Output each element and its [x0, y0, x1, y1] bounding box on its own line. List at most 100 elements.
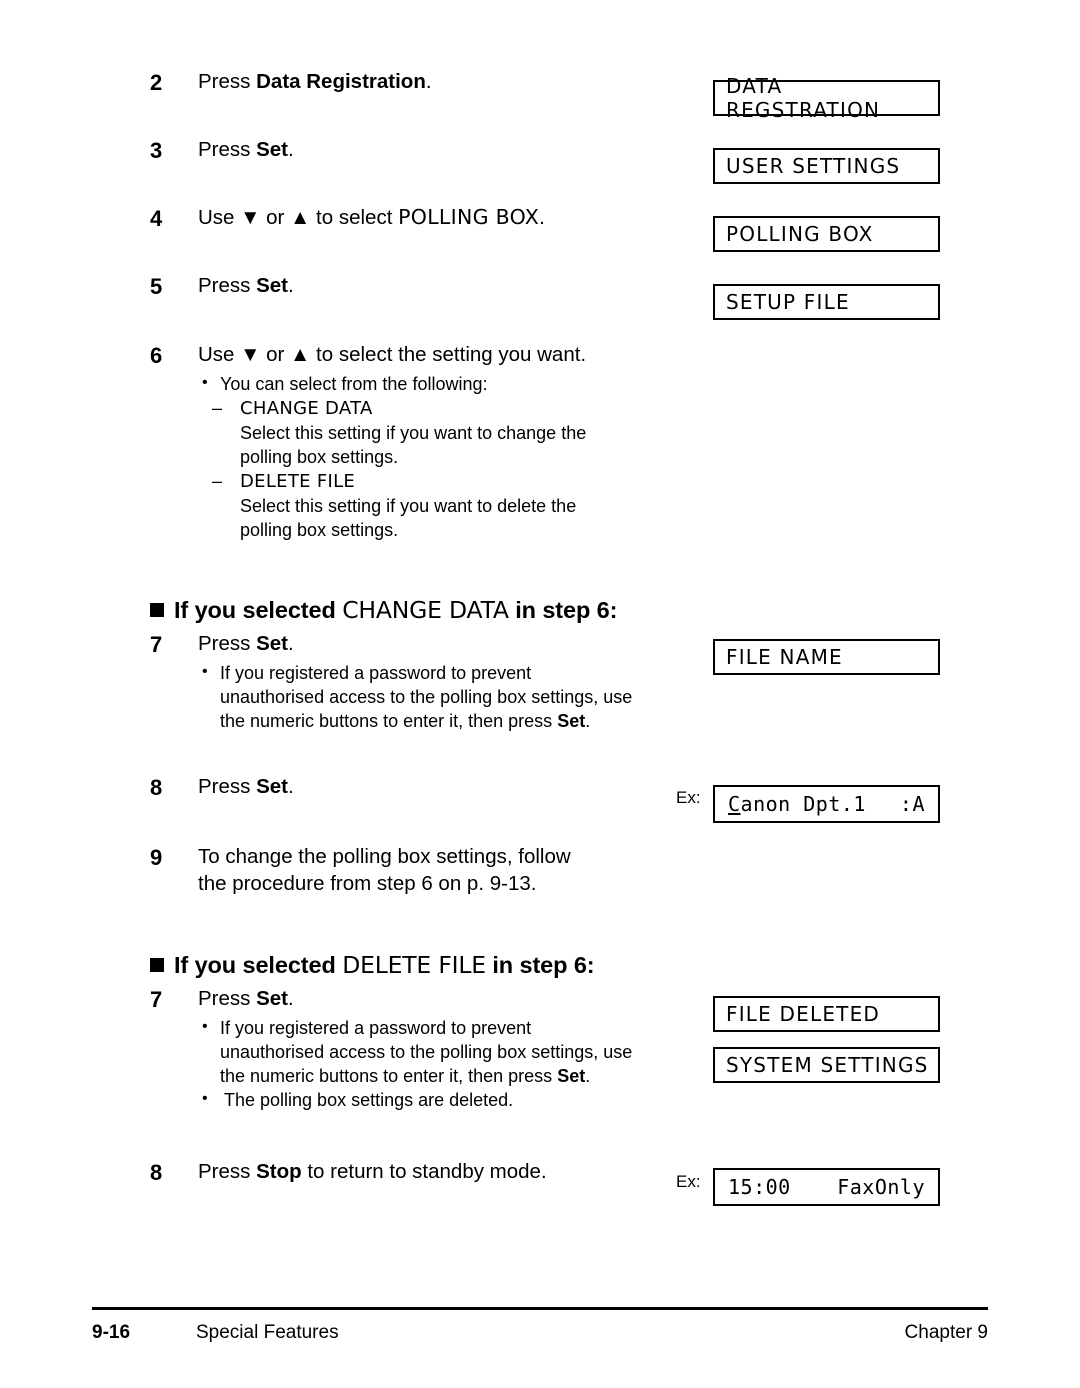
bullet-dot-icon: •	[202, 1018, 208, 1035]
step-6-bullet-intro-text: You can select from the following:	[220, 374, 488, 394]
step-4-post: .	[539, 206, 545, 229]
step-3-pre: Press	[198, 138, 257, 161]
step-5-text: Press Set.	[198, 272, 718, 299]
dash-icon: –	[212, 471, 223, 491]
step-7-change-data-notes: • If you registered a password to preven…	[198, 661, 638, 733]
step-7b-note-2: • The polling box settings are deleted.	[198, 1088, 638, 1112]
lcd-text: USER SETTINGS	[726, 154, 901, 178]
heading-delete-file-bold2: in step 6:	[485, 952, 595, 978]
square-bullet-icon	[150, 603, 164, 617]
step-8-delete-file: 8 Press Stop to return to standby mode.	[150, 1158, 758, 1185]
step-8a-pre: Press	[198, 775, 257, 798]
lcd-text: SYSTEM SETTINGS	[726, 1053, 929, 1077]
step-7b-note-2-text: The polling box settings are deleted.	[224, 1090, 514, 1110]
lcd-display-system-settings: SYSTEM SETTINGS	[713, 1047, 940, 1083]
step-7-delete-file: 7 Press Set. • If you registered a passw…	[150, 985, 638, 1112]
step-7-delete-file-text: Press Set.	[198, 985, 638, 1012]
step-8-change-data-text: Press Set.	[198, 773, 718, 800]
step-6-text: Use ▼ or ▲ to select the setting you wan…	[198, 343, 587, 366]
heading-delete-file-bold1: If you selected	[174, 952, 343, 978]
step-5-post: .	[288, 274, 294, 297]
step-6-option-delete-file: – DELETE FILE	[212, 469, 618, 494]
footer-chapter: Chapter 9	[904, 1322, 988, 1343]
lcd-file-name-rest: anon Dpt.1	[740, 792, 866, 816]
square-bullet-icon	[150, 958, 164, 972]
step-7a-bold: Set	[256, 632, 289, 655]
step-9-number: 9	[150, 845, 163, 870]
step-8a-bold: Set	[256, 775, 289, 798]
dash-icon: –	[212, 398, 223, 418]
example-label-standby: Ex:	[676, 1172, 701, 1191]
heading-change-data-term: CHANGE DATA	[342, 596, 509, 624]
step-8b-bold: Stop	[256, 1160, 302, 1183]
step-7b-post: .	[288, 987, 294, 1010]
step-7b-note-bold: Set	[557, 1066, 586, 1086]
step-4-number: 4	[150, 206, 163, 231]
step-8b-post: to return to standby mode.	[301, 1160, 547, 1183]
step-5-number: 5	[150, 274, 163, 299]
step-8b-pre: Press	[198, 1160, 257, 1183]
step-6-bullet-intro: • You can select from the following:	[198, 372, 618, 396]
lcd-file-name-value: Canon Dpt.1	[728, 792, 866, 816]
step-7-change-data: 7 Press Set. • If you registered a passw…	[150, 630, 638, 733]
lcd-display-example-file-name: Canon Dpt.1 :A	[713, 785, 940, 823]
step-7a-note-bold: Set	[557, 711, 586, 731]
step-4-pre: Use ▼ or ▲ to select	[198, 206, 399, 229]
step-7-delete-file-notes: • If you registered a password to preven…	[198, 1016, 638, 1112]
lcd-text: FILE NAME	[726, 645, 843, 669]
option-name-change-data: CHANGE DATA	[240, 398, 373, 419]
step-6: 6 Use ▼ or ▲ to select the setting you w…	[150, 341, 618, 542]
heading-delete-file-term: DELETE FILE	[342, 951, 486, 979]
step-7b-pre: Press	[198, 987, 257, 1010]
step-3: 3 Press Set.	[150, 136, 718, 163]
step-7a-post: .	[288, 632, 294, 655]
lcd-text: DATA REGSTRATION	[726, 74, 881, 122]
example-label-file-name: Ex:	[676, 788, 701, 807]
bullet-dot-icon: •	[202, 374, 208, 391]
bullet-dot-icon: •	[202, 663, 208, 680]
step-7-change-data-text: Press Set.	[198, 630, 638, 657]
step-8-change-data-number: 8	[150, 775, 163, 800]
lcd-standby-time: 15:00	[728, 1175, 791, 1199]
lcd-display-setup-file: SETUP FILE	[713, 284, 940, 320]
step-7b-note-post: .	[585, 1066, 591, 1086]
step-2-text: Press Data Registration.	[198, 68, 718, 95]
step-2-number: 2	[150, 70, 163, 95]
step-7-delete-file-number: 7	[150, 987, 163, 1012]
step-6-number: 6	[150, 343, 163, 368]
step-5: 5 Press Set.	[150, 272, 718, 299]
option-desc-delete-file: Select this setting if you want to delet…	[240, 496, 577, 540]
step-7b-note-1: • If you registered a password to preven…	[198, 1016, 638, 1088]
lcd-display-data-registration: DATA REGSTRATION	[713, 74, 940, 122]
text-cursor: C	[728, 792, 741, 816]
lcd-text: POLLING BOX	[726, 222, 874, 246]
step-8a-post: .	[288, 775, 294, 798]
footer-divider	[92, 1307, 988, 1310]
option-name-delete-file: DELETE FILE	[240, 471, 356, 492]
step-2: 2 Press Data Registration.	[150, 68, 718, 95]
lcd-display-file-name: FILE NAME	[713, 639, 940, 675]
heading-change-data: If you selected CHANGE DATA in step 6:	[150, 595, 617, 625]
lcd-display-file-deleted: FILE DELETED	[713, 996, 940, 1032]
step-6-option-change-data: – CHANGE DATA	[212, 396, 618, 421]
step-3-number: 3	[150, 138, 163, 163]
step-5-bold: Set	[256, 274, 289, 297]
step-4-lcd-term: POLLING BOX	[398, 205, 540, 229]
step-8-delete-file-number: 8	[150, 1160, 163, 1185]
step-4: 4 Use ▼ or ▲ to select POLLING BOX.	[150, 204, 758, 231]
step-7a-pre: Press	[198, 632, 257, 655]
step-8-delete-file-text: Press Stop to return to standby mode.	[198, 1158, 758, 1185]
lcd-text: SETUP FILE	[726, 290, 850, 314]
step-7-change-data-number: 7	[150, 632, 163, 657]
step-7a-note-post: .	[585, 711, 591, 731]
step-2-post: .	[425, 70, 432, 93]
step-3-bold: Set	[256, 138, 289, 161]
step-8-change-data: 8 Press Set.	[150, 773, 718, 800]
manual-page: 2 Press Data Registration. 3 Press Set. …	[0, 0, 1080, 1388]
heading-change-data-bold1: If you selected	[174, 597, 343, 623]
lcd-text: FILE DELETED	[726, 1002, 881, 1026]
step-7b-bold: Set	[256, 987, 289, 1010]
step-3-post: .	[288, 138, 294, 161]
step-4-text: Use ▼ or ▲ to select POLLING BOX.	[198, 204, 758, 231]
bullet-dot-icon: •	[202, 1090, 208, 1107]
